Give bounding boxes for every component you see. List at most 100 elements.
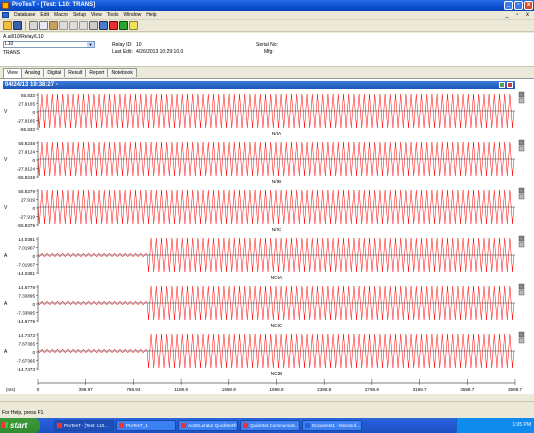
protest-icon [57,423,62,428]
menu-edit[interactable]: Edit [40,12,49,18]
window-title: ProTesT - [Test: L10: TRANS] [12,2,96,8]
channel-options-icon [518,283,525,290]
channel-options-icon [518,235,525,242]
title-bar: ProTesT - [Test: L10: TRANS] _ ▫ x [0,0,534,11]
maximize-button[interactable]: ▫ [514,1,523,10]
y-tick-label: 0 [32,302,35,307]
y-tick-label: 14.0381 [18,237,35,242]
x-tick-label: 1998.8 [269,387,283,392]
task-quickset[interactable]: AcSELerator QuickSet® [178,420,238,431]
tab-analog[interactable]: Analog [20,68,45,77]
y-tick-label: -27.919 [19,214,35,219]
tab-view[interactable]: View [3,68,22,78]
windows-logo-icon [2,422,8,428]
task-quickset-comm[interactable]: QuickSet Communicat... [240,420,300,431]
protest-icon [119,423,124,428]
chart-icon[interactable] [119,21,128,30]
channel-options-icon [518,331,525,338]
y-tick-label: -14.0381 [17,271,36,276]
y-tick-label: -7.33895 [17,310,36,315]
quickset-icon [243,423,248,428]
start-label: start [10,421,28,430]
menu-view[interactable]: View [91,12,102,18]
y-tick-label: 27.9165 [18,101,35,106]
channel-scale-icon [518,145,525,152]
menu-window[interactable]: Window [123,12,141,18]
relay-id-label: Relay ID: [112,42,133,48]
clock[interactable]: 1:05 PM [512,422,531,428]
relay-select-value: L10 [5,41,14,47]
y-tick-label: 27.9124 [18,149,35,154]
start-button[interactable]: start [0,418,40,433]
channel-name: NCIB [271,371,282,377]
cut-icon[interactable] [29,21,38,30]
channel-scale-icon [518,337,525,344]
y-tick-label: -55.833 [19,127,35,132]
menu-setup[interactable]: Setup [73,12,86,18]
menu-macro[interactable]: Macro [54,12,68,18]
unit-label: V [4,205,8,211]
unit-label: A [4,349,8,355]
task-protest-main[interactable]: ProTesT - [Test: L10... [54,420,114,431]
unit-label: A [4,253,8,259]
relay-select[interactable]: L10 ▼ [3,41,95,48]
help-icon[interactable] [129,21,138,30]
system-tray: 1:05 PM [456,418,534,433]
channel-name: NCIC [271,323,283,329]
task-label: QuickSet Communicat... [250,423,299,428]
save-icon[interactable] [13,21,22,30]
tab-notebook[interactable]: Notebook [107,68,137,77]
redo-icon[interactable] [69,21,78,30]
toolbar [0,20,534,32]
chevron-down-icon[interactable]: ▼ [87,42,94,47]
menu-bar: Database Edit Macro Setup View Tools Win… [0,11,534,20]
minimize-button[interactable]: _ [504,1,513,10]
close-button[interactable]: x [524,1,533,10]
word-icon [305,423,310,428]
y-tick-label: 14.6779 [18,285,35,290]
paste-icon[interactable] [49,21,58,30]
y-tick-label: 27.919 [21,197,35,202]
channel-scale-icon [518,97,525,104]
test-icon[interactable] [109,21,118,30]
task-word-document[interactable]: Document1 - Microsof... [302,420,362,431]
last-edit-value: 4/26/2013 10:29:10.0 [136,49,184,55]
x-tick-label: 3998.7 [508,387,522,392]
waveform-view: 04/24/13 19:38:27 - 55.833 27.9165 0 -27.91… [0,78,534,394]
task-label: ProTesT_1 [126,423,148,428]
document-icon[interactable] [2,12,9,18]
undo-icon[interactable] [59,21,68,30]
channel-name: N/IB [272,179,281,185]
tab-digital[interactable]: Digital [43,68,66,77]
relay-id-value: 10 [136,42,142,48]
quickset-icon [181,423,186,428]
menu-tools[interactable]: Tools [107,12,119,18]
open-icon[interactable] [3,21,12,30]
relay-name: TRANS [3,50,20,56]
unit-label: V [4,109,8,115]
x-tick-label: 1598.9 [222,387,236,392]
tab-report[interactable]: Report [85,68,109,77]
relay-path: A.all/10/Relay/L10 [3,34,44,40]
y-tick-label: -7.67365 [17,358,36,363]
last-edit-label: Last Edit: [112,49,133,55]
unit-label: V [4,157,8,163]
tab-result[interactable]: Result [64,68,87,77]
print-icon[interactable] [89,21,98,30]
report-icon[interactable] [99,21,108,30]
channel-name: N/IA [272,131,282,137]
app-icon [2,2,9,9]
mdi-controls[interactable]: _ ▫ x [505,12,532,18]
y-tick-label: 7.67365 [18,341,35,346]
task-protest-1[interactable]: ProTesT_1 [116,420,176,431]
menu-database[interactable]: Database [14,12,35,18]
x-tick-label: 1198.9 [174,387,188,392]
horizontal-scrollbar[interactable] [0,401,534,409]
x-tick-label: 3198.7 [413,387,427,392]
copy-icon[interactable] [39,21,48,30]
unit-label: A [4,301,8,307]
find-icon[interactable] [79,21,88,30]
channel-name: NCIA [271,275,283,281]
menu-help[interactable]: Help [146,12,156,18]
channel-options-icon [518,139,525,146]
